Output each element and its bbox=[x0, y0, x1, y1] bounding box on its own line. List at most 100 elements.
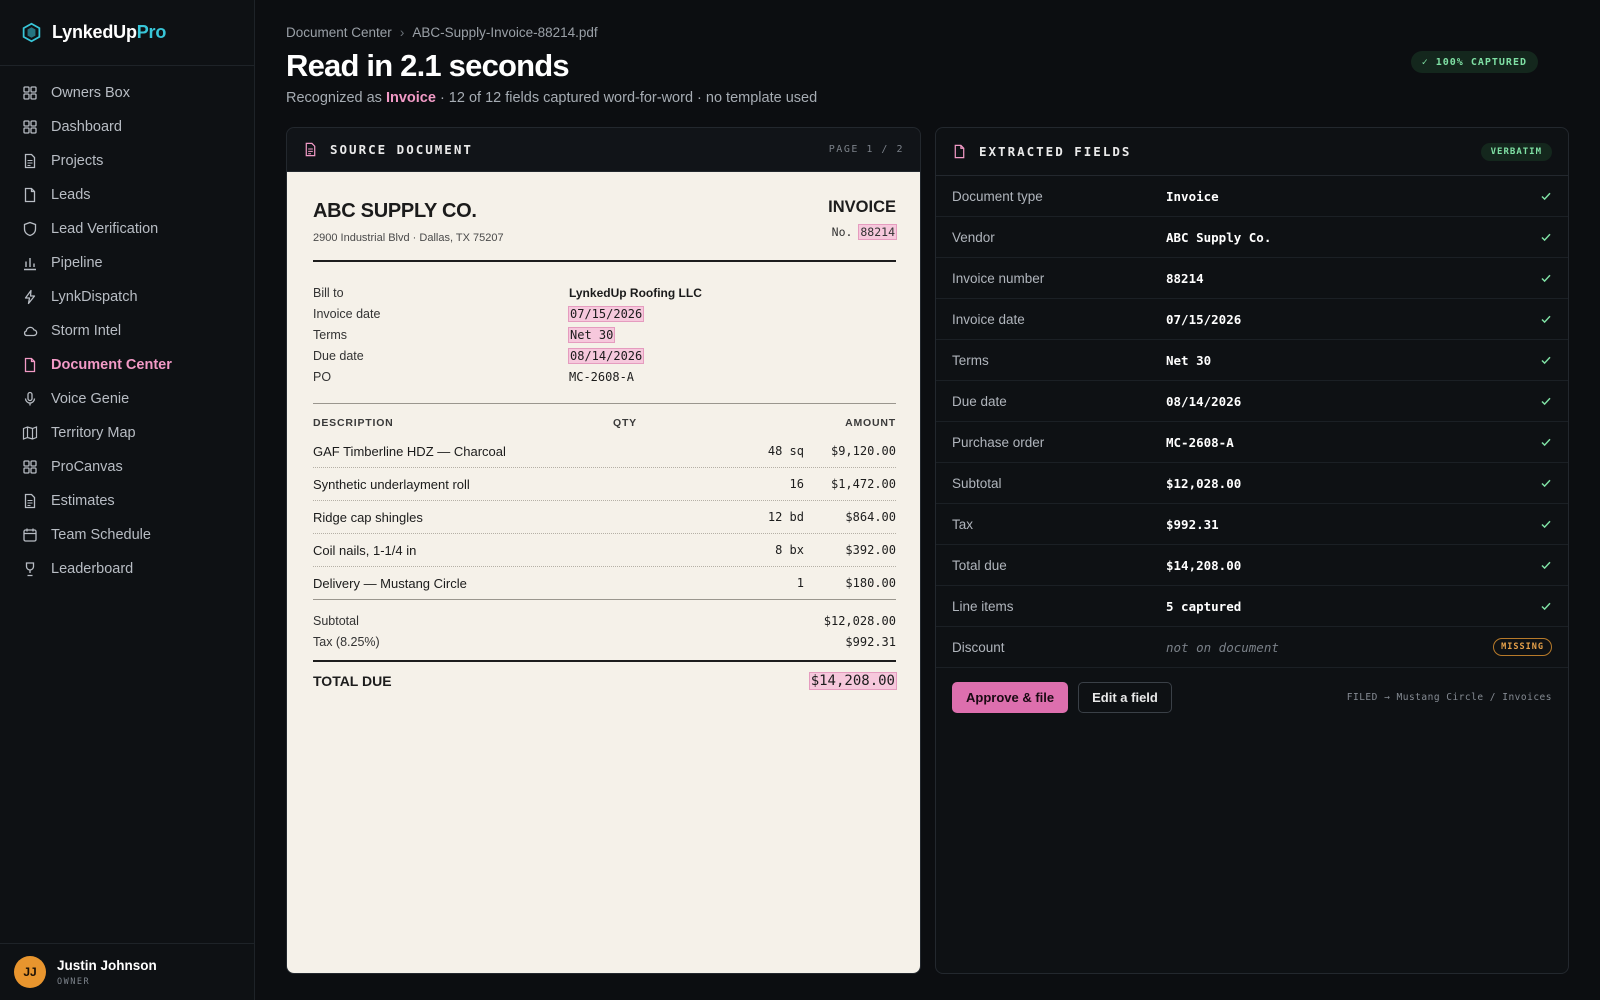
breadcrumb: Document Center › ABC-Supply-Invoice-882… bbox=[286, 25, 598, 40]
sidebar-item-lead-verification[interactable]: Lead Verification bbox=[0, 212, 254, 246]
line-item: Ridge cap shingles 12 bd $864.00 bbox=[313, 501, 896, 534]
sidebar-item-team-schedule[interactable]: Team Schedule bbox=[0, 518, 254, 552]
sidebar-item-owners-box[interactable]: Owners Box bbox=[0, 76, 254, 110]
check-icon bbox=[1540, 354, 1552, 366]
sidebar-item-label: Storm Intel bbox=[51, 323, 122, 339]
field-label: Terms bbox=[952, 352, 989, 368]
field-discount[interactable]: Discount not on document MISSING bbox=[936, 627, 1568, 668]
sidebar-item-pipeline[interactable]: Pipeline bbox=[0, 246, 254, 280]
sidebar-item-label: Lead Verification bbox=[51, 221, 159, 237]
field-tax[interactable]: Tax $992.31 bbox=[936, 504, 1568, 545]
avatar: JJ bbox=[14, 956, 46, 988]
field-total-due[interactable]: Total due $14,208.00 bbox=[936, 545, 1568, 586]
field-purchase-order[interactable]: Purchase order MC-2608-A bbox=[936, 422, 1568, 463]
invoice-vendor-name: ABC SUPPLY CO. bbox=[313, 200, 477, 222]
field-terms[interactable]: Terms Net 30 bbox=[936, 340, 1568, 381]
user-name: Justin Johnson bbox=[57, 957, 157, 973]
invoice-label: INVOICE bbox=[828, 198, 896, 216]
field-subtotal[interactable]: Subtotal $12,028.00 bbox=[936, 463, 1568, 504]
invoice-vendor-address: 2900 Industrial Blvd · Dallas, TX 75207 bbox=[313, 232, 504, 244]
field-value: Invoice bbox=[1166, 188, 1219, 204]
sidebar-item-voice-genie[interactable]: Voice Genie bbox=[0, 382, 254, 416]
invoice-meta-invoice-date: Invoice date 07/15/2026 bbox=[313, 305, 645, 322]
check-icon bbox=[1540, 518, 1552, 530]
field-label: Invoice number bbox=[952, 270, 1045, 286]
field-label: Purchase order bbox=[952, 434, 1045, 450]
sidebar-item-leads[interactable]: Leads bbox=[0, 178, 254, 212]
invoice-page: ABC SUPPLY CO. 2900 Industrial Blvd · Da… bbox=[287, 172, 920, 973]
invoice-meta: Bill to LynkedUp Roofing LLC Invoice date 0… bbox=[313, 282, 896, 387]
sidebar-item-label: Team Schedule bbox=[51, 527, 151, 543]
field-due-date[interactable]: Due date 08/14/2026 bbox=[936, 381, 1568, 422]
sidebar-item-dashboard[interactable]: Dashboard bbox=[0, 110, 254, 144]
breadcrumb-root[interactable]: Document Center bbox=[286, 25, 392, 40]
sidebar-item-estimates[interactable]: Estimates bbox=[0, 484, 254, 518]
sidebar-item-leaderboard[interactable]: Leaderboard bbox=[0, 552, 254, 586]
check-icon bbox=[1540, 231, 1552, 243]
line-item: Synthetic underlayment roll 16 $1,472.00 bbox=[313, 468, 896, 501]
field-label: Vendor bbox=[952, 229, 995, 245]
invoice-subtotal: Subtotal $12,028.00 bbox=[313, 613, 896, 628]
field-value: 5 captured bbox=[1166, 598, 1242, 614]
hexagon-logo-icon bbox=[22, 22, 41, 43]
line-item: Delivery — Mustang Circle 1 $180.00 bbox=[313, 567, 896, 600]
line-item: Coil nails, 1-1/4 in 8 bx $392.00 bbox=[313, 534, 896, 567]
field-invoice-date[interactable]: Invoice date 07/15/2026 bbox=[936, 299, 1568, 340]
sidebar-item-storm-intel[interactable]: Storm Intel bbox=[0, 314, 254, 348]
invoice-total: TOTAL DUE $14,208.00 bbox=[313, 660, 898, 690]
brand[interactable]: LynkedUpPro bbox=[0, 0, 254, 66]
user-profile[interactable]: JJ Justin Johnson OWNER bbox=[0, 943, 254, 1000]
calendar-icon bbox=[22, 527, 38, 543]
field-value: $12,028.00 bbox=[1166, 475, 1242, 491]
captured-badge: ✓ 100% CAPTURED bbox=[1410, 51, 1538, 73]
extracted-fields-panel: EXTRACTED FIELDS VERBATIM Document type I… bbox=[935, 127, 1569, 974]
action-bar: Approve & file Edit a field FILED → Must… bbox=[936, 668, 1568, 727]
sidebar-item-label: Pipeline bbox=[51, 255, 103, 271]
invoice-number: No. 88214 bbox=[831, 224, 897, 240]
sidebar-item-document-center[interactable]: Document Center bbox=[0, 348, 254, 382]
sidebar-item-label: ProCanvas bbox=[51, 459, 123, 475]
extracted-fields-list: Document type Invoice Vendor ABC Supply Co.… bbox=[936, 176, 1568, 668]
field-label: Discount bbox=[952, 639, 1005, 655]
approve-file-button[interactable]: Approve & file bbox=[952, 682, 1069, 713]
invoice-meta-bill-to: Bill to LynkedUp Roofing LLC bbox=[313, 285, 702, 300]
file-icon bbox=[22, 357, 38, 373]
check-icon bbox=[1540, 600, 1552, 612]
field-value: $992.31 bbox=[1166, 516, 1219, 532]
field-document-type[interactable]: Document type Invoice bbox=[936, 176, 1568, 217]
shield-icon bbox=[22, 221, 38, 237]
check-icon bbox=[1540, 190, 1552, 202]
sidebar-item-projects[interactable]: Projects bbox=[0, 144, 254, 178]
document-icon bbox=[22, 493, 38, 509]
sidebar-item-lynkdispatch[interactable]: LynkDispatch bbox=[0, 280, 254, 314]
sidebar: LynkedUpPro Owners Box Dashboard Projects L… bbox=[0, 0, 255, 1000]
source-document-panel: SOURCE DOCUMENT PAGE 1 / 2 ABC SUPPLY CO… bbox=[286, 127, 921, 974]
page-indicator: PAGE 1 / 2 bbox=[828, 144, 904, 155]
sidebar-nav: Owners Box Dashboard Projects Leads Lead Ver… bbox=[0, 66, 254, 586]
file-icon bbox=[952, 144, 967, 159]
trophy-icon bbox=[22, 561, 38, 577]
field-value: 07/15/2026 bbox=[1166, 311, 1242, 327]
line-items: GAF Timberline HDZ — Charcoal 48 sq $9,120… bbox=[313, 435, 896, 600]
field-label: Total due bbox=[952, 557, 1007, 573]
filed-destination: FILED → Mustang Circle / Invoices bbox=[1346, 692, 1552, 703]
invoice-tax: Tax (8.25%) $992.31 bbox=[313, 634, 896, 649]
extracted-panel-title: EXTRACTED FIELDS bbox=[979, 144, 1132, 159]
field-label: Line items bbox=[952, 598, 1014, 614]
cloud-icon bbox=[22, 323, 38, 339]
invoice-meta-po: PO MC-2608-A bbox=[313, 369, 635, 384]
document-icon bbox=[303, 142, 318, 157]
missing-badge: MISSING bbox=[1493, 638, 1552, 656]
edit-field-button[interactable]: Edit a field bbox=[1078, 682, 1172, 713]
sidebar-item-territory-map[interactable]: Territory Map bbox=[0, 416, 254, 450]
field-value: not on document bbox=[1166, 639, 1279, 655]
line-item: GAF Timberline HDZ — Charcoal 48 sq $9,120… bbox=[313, 435, 896, 468]
check-icon bbox=[1540, 272, 1552, 284]
field-line-items[interactable]: Line items 5 captured bbox=[936, 586, 1568, 627]
field-invoice-number[interactable]: Invoice number 88214 bbox=[936, 258, 1568, 299]
sidebar-item-procanvas[interactable]: ProCanvas bbox=[0, 450, 254, 484]
field-vendor[interactable]: Vendor ABC Supply Co. bbox=[936, 217, 1568, 258]
document-icon bbox=[22, 153, 38, 169]
check-icon bbox=[1540, 436, 1552, 448]
field-label: Tax bbox=[952, 516, 974, 532]
